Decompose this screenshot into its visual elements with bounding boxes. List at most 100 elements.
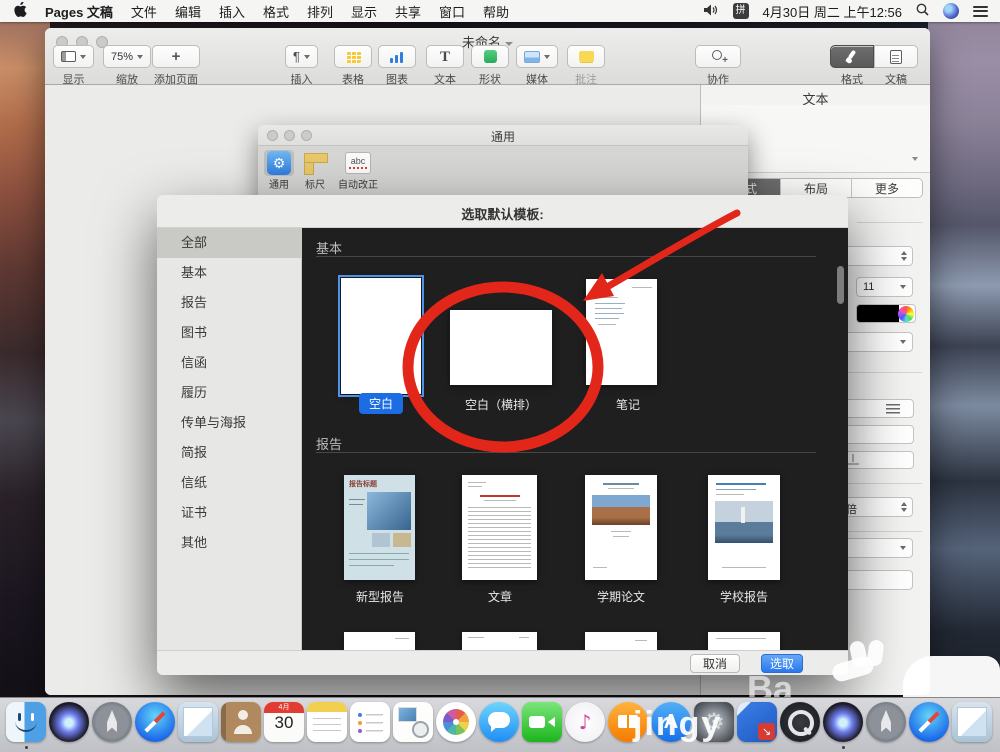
document-icon <box>890 49 902 64</box>
template-essay-label[interactable]: 文章 <box>488 588 512 605</box>
add-page-button[interactable]: + 添加页面 <box>152 45 200 87</box>
template-partial[interactable] <box>344 632 415 650</box>
thumb-text-line <box>595 318 619 319</box>
template-modern-report[interactable]: 报告标题 <box>344 475 415 580</box>
input-method-icon[interactable]: 拼 <box>732 3 749 19</box>
sidebar-item-all[interactable]: 全部 <box>157 228 301 258</box>
template-school-report-label[interactable]: 学校报告 <box>720 588 768 605</box>
itunes-icon[interactable] <box>565 702 605 742</box>
template-term-paper[interactable] <box>585 475 657 580</box>
insert-button[interactable]: ¶ 插入 <box>285 45 318 87</box>
menu-format[interactable]: 格式 <box>254 2 298 21</box>
thumb-text-line <box>716 638 766 639</box>
launchpad-icon[interactable] <box>92 702 132 742</box>
messages-icon[interactable] <box>479 702 519 742</box>
prefs-ruler-button[interactable]: 标尺 <box>300 150 330 191</box>
launchpad-icon[interactable] <box>866 702 906 742</box>
sidebar-item-report[interactable]: 报告 <box>157 288 301 318</box>
notes-icon[interactable] <box>307 702 347 742</box>
template-blank-landscape-label[interactable]: 空白（横排） <box>465 396 537 413</box>
menu-file[interactable]: 文件 <box>122 2 166 21</box>
contacts-icon[interactable] <box>221 702 261 742</box>
ibooks-icon[interactable] <box>608 702 648 742</box>
apple-menu-icon[interactable] <box>0 1 36 20</box>
sidebar-item-stationery[interactable]: 信纸 <box>157 468 301 498</box>
comment-button[interactable]: 批注 <box>567 45 605 87</box>
menu-app-name[interactable]: Pages 文稿 <box>36 2 122 21</box>
sidebar-item-resume[interactable]: 履历 <box>157 378 301 408</box>
template-term-paper-label[interactable]: 学期论文 <box>597 588 645 605</box>
template-essay[interactable] <box>462 475 537 580</box>
template-modern-report-label[interactable]: 新型报告 <box>356 588 404 605</box>
view-button[interactable]: 显示 <box>53 45 94 87</box>
downloads-app-icon[interactable] <box>737 702 777 742</box>
template-partial[interactable] <box>708 632 780 650</box>
menu-edit[interactable]: 编辑 <box>166 2 210 21</box>
sidebar-item-newsletter[interactable]: 简报 <box>157 438 301 468</box>
siri-icon[interactable] <box>823 702 863 749</box>
choose-button[interactable]: 选取 <box>761 654 803 673</box>
table-button[interactable]: 表格 <box>334 45 372 87</box>
text-button[interactable]: 文本 <box>426 45 464 87</box>
thumb-text-line <box>592 297 618 298</box>
siri-icon[interactable] <box>943 3 959 19</box>
thumb-title-line <box>480 495 520 497</box>
safari-icon[interactable] <box>135 702 175 742</box>
mail-icon[interactable] <box>178 702 218 742</box>
reminders-icon[interactable] <box>350 702 390 742</box>
menu-clock[interactable]: 4月30日 周二 上午12:56 <box>763 2 902 21</box>
calendar-icon[interactable]: 4月 30 <box>264 702 304 742</box>
sidebar-item-certificate[interactable]: 证书 <box>157 498 301 528</box>
template-note-label[interactable]: 笔记 <box>616 396 640 413</box>
format-button[interactable]: 格式 <box>830 45 874 87</box>
system-preferences-icon[interactable] <box>694 702 734 742</box>
safari-icon[interactable] <box>909 702 949 742</box>
zoom-button[interactable]: 75% 缩放 <box>103 45 152 87</box>
mail-icon[interactable] <box>952 702 992 742</box>
photos-icon[interactable] <box>436 702 476 742</box>
chart-button[interactable]: 图表 <box>378 45 416 87</box>
thumb-photo <box>592 495 650 525</box>
siri-icon[interactable] <box>49 702 89 742</box>
menu-insert[interactable]: 插入 <box>210 2 254 21</box>
text-color-well[interactable] <box>856 304 916 323</box>
facetime-icon[interactable] <box>522 702 562 742</box>
dialog-scrollbar[interactable] <box>837 266 844 304</box>
template-partial[interactable] <box>462 632 537 650</box>
quicktime-icon[interactable] <box>780 702 820 742</box>
spotlight-search-icon[interactable] <box>916 3 929 19</box>
photo-booth-icon[interactable] <box>393 702 433 742</box>
menu-view[interactable]: 显示 <box>342 2 386 21</box>
color-wheel-icon[interactable] <box>898 306 914 322</box>
finder-icon[interactable] <box>6 702 46 749</box>
notification-center-icon[interactable] <box>973 5 988 17</box>
sidebar-item-other[interactable]: 其他 <box>157 528 301 558</box>
menu-share[interactable]: 共享 <box>386 2 430 21</box>
menu-help[interactable]: 帮助 <box>474 2 518 21</box>
shape-button[interactable]: 形状 <box>471 45 509 87</box>
thumb-text-line <box>608 488 634 489</box>
template-blank-landscape[interactable] <box>450 310 552 385</box>
sidebar-item-letter[interactable]: 信函 <box>157 348 301 378</box>
app-store-icon[interactable] <box>651 702 691 742</box>
document-panel-button[interactable]: 文稿 <box>874 45 918 87</box>
thumb-photo <box>367 492 411 530</box>
prefs-general-button[interactable]: ⚙ 通用 <box>264 150 294 191</box>
tab-more[interactable]: 更多 <box>852 179 922 197</box>
prefs-autocorrect-button[interactable]: abc 自动改正 <box>338 150 378 191</box>
template-school-report[interactable] <box>708 475 780 580</box>
cancel-button[interactable]: 取消 <box>690 654 740 673</box>
template-blank-label[interactable]: 空白 <box>358 393 404 414</box>
media-button[interactable]: 媒体 <box>516 45 558 87</box>
menu-window[interactable]: 窗口 <box>430 2 474 21</box>
volume-icon[interactable] <box>703 4 719 19</box>
template-partial[interactable] <box>585 632 657 650</box>
sidebar-item-basic[interactable]: 基本 <box>157 258 301 288</box>
font-size-combo[interactable]: 11 <box>856 277 913 297</box>
template-note[interactable] <box>586 279 657 385</box>
sidebar-item-flyer-poster[interactable]: 传单与海报 <box>157 408 301 438</box>
sidebar-item-book[interactable]: 图书 <box>157 318 301 348</box>
menu-arrange[interactable]: 排列 <box>298 2 342 21</box>
template-blank[interactable] <box>338 275 424 397</box>
collaborate-button[interactable]: 协作 <box>695 45 741 87</box>
